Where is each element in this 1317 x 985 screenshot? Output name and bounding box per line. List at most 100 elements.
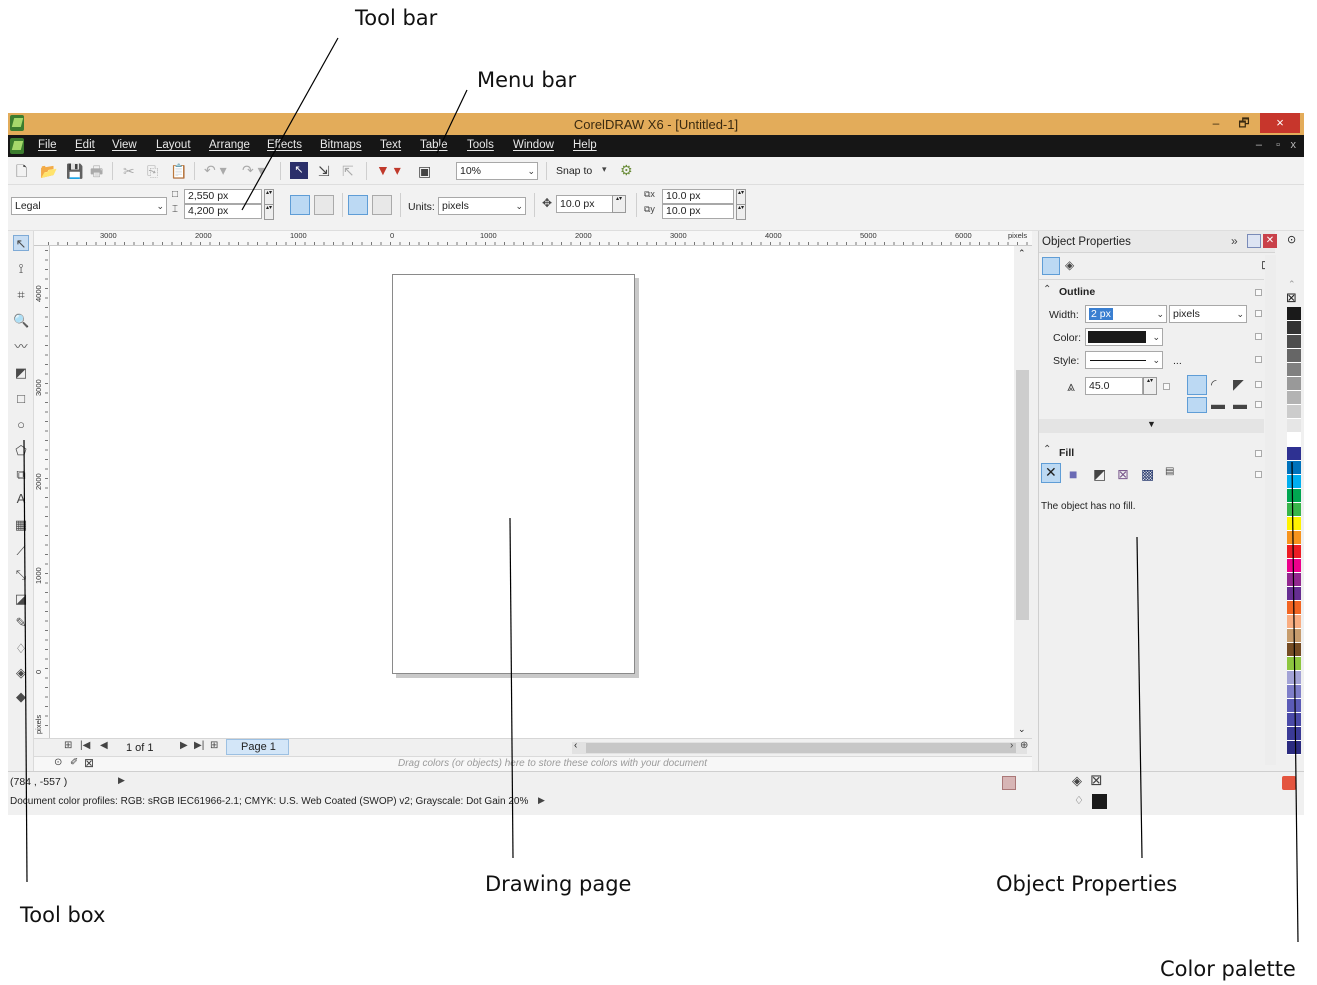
app-menu-icon[interactable] [10,138,24,154]
style-toggle[interactable] [1255,356,1262,363]
doc-minimize-button[interactable]: – [1256,139,1262,151]
add-page-after-icon[interactable]: ⊞ [210,741,218,751]
nudge-distance-input[interactable]: 10.0 px [556,195,614,213]
nudge-stepper[interactable]: ▴▾ [612,195,626,213]
menu-edit[interactable]: Edit [75,139,95,151]
miter-limit-input[interactable]: 45.0 [1085,377,1143,395]
profiles-expand-icon[interactable]: ▶ [538,796,545,805]
color-swatch[interactable] [1287,685,1301,699]
square-cap-icon[interactable]: ▬ [1233,397,1247,411]
fill-type-toggle[interactable] [1255,471,1262,478]
export-icon[interactable]: ⇱ [342,164,354,178]
color-swatch[interactable] [1287,335,1301,349]
status-expand-icon[interactable]: ▶ [118,776,125,785]
docker-scrollbar[interactable] [1265,255,1276,765]
color-swatch[interactable] [1287,447,1301,461]
menu-arrange[interactable]: Arrange [209,139,250,151]
color-swatch[interactable] [1287,699,1301,713]
snap-to-dropdown-icon[interactable]: ▾ [602,165,607,174]
color-swatch[interactable] [1287,615,1301,629]
width-toggle[interactable] [1255,310,1262,317]
crop-tool-icon[interactable]: ⌗ [13,287,29,303]
join-toggle[interactable] [1255,381,1262,388]
paste-icon[interactable]: 📋 [170,164,187,178]
color-swatch[interactable] [1287,657,1301,671]
freehand-tool-icon[interactable]: 〰 [13,339,29,355]
color-swatch[interactable] [1287,643,1301,657]
color-swatch[interactable] [1287,461,1301,475]
pattern-fill-icon[interactable]: ⊠ [1117,467,1129,481]
color-swatch[interactable] [1287,517,1301,531]
color-swatch[interactable] [1287,601,1301,615]
duplicate-y-stepper[interactable]: ▴▾ [736,204,746,220]
color-swatch[interactable] [1287,307,1301,321]
interactive-fill-tool-icon[interactable]: ◆ [13,689,29,705]
scroll-up-icon[interactable]: ⌃ [1018,248,1026,259]
connector-tool-icon[interactable]: ⤡ [13,567,29,583]
outline-more-button[interactable]: ... [1173,355,1182,367]
open-icon[interactable]: 📂 [40,164,57,178]
copy-icon[interactable]: ⎘ [147,164,158,178]
palette-flyout-icon[interactable]: ⊙ [54,758,62,768]
basic-shapes-tool-icon[interactable]: ⧉ [13,467,29,483]
miter-join-button[interactable] [1187,375,1207,395]
round-join-icon[interactable]: ◜ [1211,377,1216,391]
no-fill-button[interactable]: ✕ [1041,463,1061,483]
scroll-down-icon[interactable]: ⌄ [1018,724,1026,735]
welcome-screen-icon[interactable]: ▣ [418,164,431,178]
color-swatch[interactable] [1287,363,1301,377]
no-color-swatch-icon[interactable]: ⊠ [1286,291,1297,304]
vertical-scroll-thumb[interactable] [1016,370,1029,620]
horizontal-scroll-thumb[interactable] [586,743,1016,753]
round-cap-icon[interactable]: ▬ [1211,397,1225,411]
color-swatch[interactable] [1287,545,1301,559]
menu-help[interactable]: Help [573,139,597,151]
redo-icon[interactable]: ↷ ▾ [242,163,265,177]
close-button[interactable]: × [1260,113,1300,133]
restore-button[interactable]: 🗗 [1232,113,1256,133]
next-page-icon[interactable]: ▶ [180,741,188,751]
color-swatch[interactable] [1287,391,1301,405]
blend-tool-icon[interactable]: ◪ [13,591,29,607]
ellipse-tool-icon[interactable]: ○ [13,417,29,433]
color-swatch[interactable] [1287,629,1301,643]
dimension-tool-icon[interactable]: ⟋ [13,543,29,559]
no-color-swatch-icon[interactable]: ⊠ [84,757,94,769]
color-swatch[interactable] [1287,405,1301,419]
snap-to-button[interactable]: Snap to [556,165,592,177]
current-page-button[interactable] [372,195,392,215]
options-icon[interactable]: ⚙ [620,163,633,177]
width-stepper[interactable]: ▴▾ [264,189,274,205]
scroll-right-icon[interactable]: › [1010,741,1013,751]
color-swatch[interactable] [1287,321,1301,335]
color-swatch[interactable] [1287,741,1301,755]
color-eyedropper-tool-icon[interactable]: ✎ [13,615,29,631]
minimize-button[interactable]: – [1204,113,1228,133]
height-stepper[interactable]: ▴▾ [264,204,274,220]
color-swatch[interactable] [1287,573,1301,587]
dock-toggle-icon[interactable] [1247,234,1261,248]
color-swatch[interactable] [1287,433,1301,447]
doc-close-button[interactable]: x [1291,139,1297,151]
cap-toggle[interactable] [1255,401,1262,408]
zoom-navigator-icon[interactable]: ⊕ [1020,741,1028,751]
outline-style-select[interactable]: ⌄ [1085,351,1163,369]
butt-cap-button[interactable] [1187,397,1207,413]
outline-tab-icon[interactable] [1042,257,1060,275]
zoom-level-select[interactable]: 10% ⌄ [456,162,538,180]
docker-close-icon[interactable]: ✕ [1263,234,1277,248]
miter-limit-stepper[interactable]: ▴▾ [1143,377,1157,395]
tab-page-1[interactable]: Page 1 [226,739,289,755]
search-content-icon[interactable]: ↖ [290,162,308,179]
cut-icon[interactable]: ✂ [123,164,135,178]
outline-units-select[interactable]: pixels ⌄ [1169,305,1247,323]
duplicate-x-stepper[interactable]: ▴▾ [736,189,746,205]
outline-width-select[interactable]: 2 px ⌄ [1085,305,1167,323]
fill-section-toggle[interactable] [1255,450,1262,457]
application-launcher-icon[interactable]: ▼ ▾ [376,163,401,177]
scroll-left-icon[interactable]: ‹ [574,740,577,751]
vertical-scrollbar[interactable]: ⌃ ⌄ [1014,246,1032,738]
first-page-icon[interactable]: |◀ [80,741,90,751]
drawing-page[interactable] [392,274,635,674]
polygon-tool-icon[interactable]: ⬠ [13,443,29,459]
